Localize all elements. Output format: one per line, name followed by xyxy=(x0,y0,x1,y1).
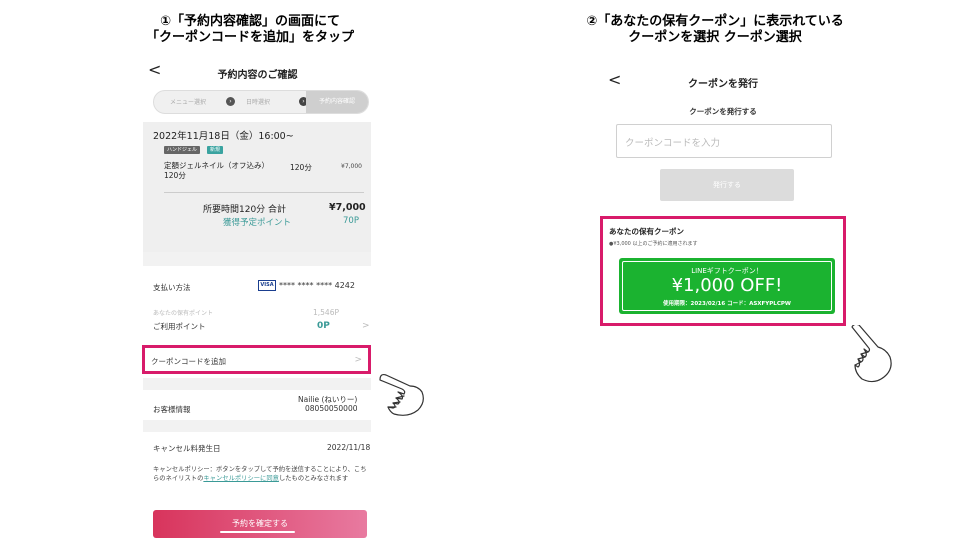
total-label: 所要時間120分 合計 xyxy=(203,205,287,215)
menu-name-line2: 120分 xyxy=(164,171,186,180)
section-divider xyxy=(143,420,371,432)
customer-info-label: お客様情報 xyxy=(153,405,191,414)
earned-points-label: 獲得予定ポイント xyxy=(223,218,292,228)
step1-caption-line1: ①「予約内容確認」の画面にて xyxy=(159,14,340,29)
owned-coupons-title: あなたの保有クーポン xyxy=(609,227,684,236)
use-points-label: ご利用ポイント xyxy=(153,322,206,331)
category-tag: ハンドジェル xyxy=(164,146,201,154)
menu-price: ¥7,000 xyxy=(341,163,362,170)
payment-method-label: 支払い方法 xyxy=(153,283,191,292)
coupon-code-input[interactable]: クーポンコードを入力 xyxy=(616,124,832,158)
cancel-fee-date: 2022/11/18 xyxy=(327,443,371,452)
owned-coupons-note: ●¥3,000 以上のご予約に適用されます xyxy=(609,241,698,247)
owned-points-label: あなたの保有ポイント xyxy=(153,310,214,317)
cancel-policy-link[interactable]: キャンセルポリシー xyxy=(203,475,260,482)
step-menu-select: メニュー選択 xyxy=(170,99,207,106)
earned-points-value: 70P xyxy=(343,216,359,226)
section-divider xyxy=(143,378,371,390)
section-divider xyxy=(143,252,371,266)
step-confirm-current: 予約内容確認 xyxy=(306,91,368,113)
add-coupon-code-row[interactable]: クーポンコードを追加 > xyxy=(142,345,371,374)
coupon-expiry: 使用期限：2023/02/16 コード：ASXFYPLCPW xyxy=(663,301,791,307)
step-arrow-icon: › xyxy=(226,97,235,106)
coupon-card-border: LINEギフトクーポン！ ¥1,000 OFF! 使用期限：2023/02/16… xyxy=(622,261,832,311)
issue-coupon-screen: < クーポンを発行 クーポンを発行する クーポンコードを入力 発行する あなたの… xyxy=(598,58,848,348)
issue-coupon-subtitle: クーポンを発行する xyxy=(689,107,757,116)
step2-caption-line1: ②「あなたの保有クーポン」に表示れている xyxy=(586,14,844,29)
coupon-card[interactable]: LINEギフトクーポン！ ¥1,000 OFF! 使用期限：2023/02/16… xyxy=(619,258,835,314)
menu-duration: 120分 xyxy=(290,163,312,172)
page-title: 予約内容のご確認 xyxy=(217,70,298,81)
new-customer-tag: 新規 xyxy=(207,146,224,154)
reservation-confirm-screen: < 予約内容のご確認 メニュー選択 › 日時選択 › 予約内容確認 2022年1… xyxy=(140,58,375,540)
home-indicator xyxy=(220,531,295,533)
total-price: ¥7,000 xyxy=(329,202,366,213)
add-coupon-code-label: クーポンコードを追加 xyxy=(151,357,226,366)
visa-card-icon: VISA xyxy=(258,280,276,291)
step2-caption: ②「あなたの保有クーポン」に表示れている クーポンを選択 クーポン選択 xyxy=(555,14,875,46)
page-title: クーポンを発行 xyxy=(688,79,758,90)
use-points-value: 0P xyxy=(317,321,330,331)
step-datetime-select: 日時選択 xyxy=(246,99,271,106)
chevron-right-icon: > xyxy=(362,321,370,331)
step1-caption-line2: 「クーポンコードを追加」をタップ xyxy=(145,30,354,45)
owned-points-value: 1,546P xyxy=(313,308,339,317)
coupon-amount: ¥1,000 OFF! xyxy=(671,275,783,296)
customer-info-row: お客様情報 Nailie (ねいりー) 08050050000 xyxy=(143,390,371,422)
divider xyxy=(164,192,364,193)
booking-date: 2022年11月18日（金）16:00~ xyxy=(153,131,294,142)
chevron-right-icon: > xyxy=(354,355,362,365)
step1-caption: ①「予約内容確認」の画面にて 「クーポンコードを追加」をタップ xyxy=(140,14,360,46)
use-points-row[interactable]: あなたの保有ポイント 1,546P ご利用ポイント 0P > xyxy=(143,304,371,340)
step-progress: メニュー選択 › 日時選択 › 予約内容確認 xyxy=(153,90,369,114)
screen1-header: < 予約内容のご確認 xyxy=(140,58,375,84)
card-number: **** **** **** 4242 xyxy=(279,281,355,290)
issue-button[interactable]: 発行する xyxy=(660,169,794,201)
customer-tel: 08050050000 xyxy=(305,404,358,413)
cancel-fee-row: キャンセル料発生日 2022/11/18 xyxy=(143,432,371,462)
menu-name-line1: 定額ジェルネイル（オフ込み） xyxy=(164,161,269,170)
cancel-policy-text: キャンセルポリシー：ボタンをタップして予約を送信することにより、こちらのネイリス… xyxy=(153,466,367,483)
menu-name: 定額ジェルネイル（オフ込み） 120分 xyxy=(164,161,269,181)
cancel-policy-link-agree[interactable]: に同意 xyxy=(260,475,279,482)
pointing-hand-icon xyxy=(851,325,892,383)
policy-text-post: したものとみなされます xyxy=(278,474,349,482)
payment-method-row[interactable]: 支払い方法 VISA **** **** **** 4242 xyxy=(143,266,371,304)
confirm-reservation-button[interactable]: 予約を確定する xyxy=(153,510,367,538)
booking-summary-card: 2022年11月18日（金）16:00~ ハンドジェル 新規 定額ジェルネイル（… xyxy=(143,122,371,252)
cancel-fee-label: キャンセル料発生日 xyxy=(153,444,221,453)
owned-coupons-section: あなたの保有クーポン ●¥3,000 以上のご予約に適用されます LINEギフト… xyxy=(600,216,846,326)
step2-caption-line2: クーポンを選択 クーポン選択 xyxy=(628,30,802,45)
pointing-hand-icon xyxy=(379,373,424,416)
